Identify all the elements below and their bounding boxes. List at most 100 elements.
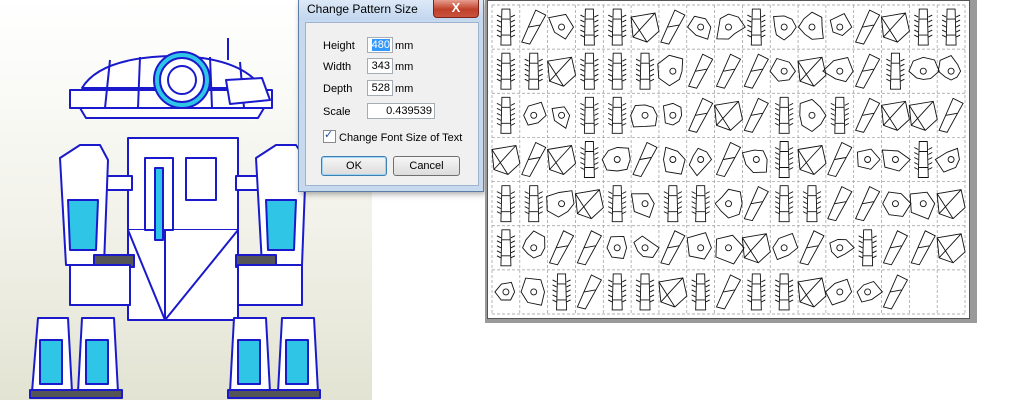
- pattern-part: [580, 96, 599, 134]
- height-input[interactable]: 480: [367, 37, 393, 53]
- pattern-part: [491, 144, 521, 176]
- pattern-part: [773, 15, 797, 41]
- pattern-part: [774, 273, 794, 311]
- ok-button[interactable]: OK: [321, 156, 387, 176]
- pattern-part: [521, 9, 547, 45]
- dialog-titlebar[interactable]: Change Pattern Size X: [299, 0, 483, 20]
- pattern-part: [496, 229, 516, 267]
- change-font-size-label: Change Font Size of Text: [339, 132, 463, 144]
- pattern-part: [886, 52, 905, 90]
- pattern-part: [937, 55, 962, 81]
- pattern-part: [743, 53, 769, 89]
- pattern-part: [799, 230, 825, 266]
- pattern-part: [630, 193, 655, 218]
- pattern-part: [546, 190, 575, 218]
- pattern-part: [797, 56, 827, 87]
- pattern-part: [494, 281, 516, 301]
- pattern-part: [574, 189, 604, 220]
- pattern-part: [496, 52, 516, 90]
- pattern-part: [880, 100, 910, 131]
- pattern-part: [934, 147, 960, 173]
- close-icon: X: [451, 0, 461, 15]
- close-button[interactable]: X: [433, 0, 479, 18]
- pattern-part: [797, 144, 827, 176]
- height-unit: mm: [395, 40, 414, 52]
- pattern-part: [576, 230, 603, 266]
- pattern-part: [688, 97, 714, 133]
- pattern-part: [691, 273, 710, 311]
- pattern-part: [741, 149, 768, 174]
- pattern-part: [882, 191, 912, 217]
- pattern-part: [827, 141, 853, 178]
- pattern-part: [882, 274, 909, 310]
- height-label: Height: [323, 40, 355, 52]
- pattern-part: [580, 52, 599, 90]
- pattern-part: [601, 147, 631, 172]
- pattern-part: [580, 8, 599, 46]
- pattern-part: [743, 97, 769, 133]
- pattern-part: [747, 273, 766, 311]
- pattern-part: [524, 52, 543, 90]
- pattern-part: [882, 230, 909, 266]
- pattern-part: [910, 230, 936, 266]
- pattern-part: [548, 13, 575, 40]
- pattern-part: [630, 104, 658, 128]
- pattern-part: [941, 8, 961, 46]
- pattern-part: [522, 230, 546, 259]
- depth-unit: mm: [395, 83, 414, 95]
- pattern-part: [747, 8, 766, 46]
- pattern-part: [580, 141, 599, 178]
- pattern-part: [715, 274, 742, 310]
- pattern-part: [635, 52, 655, 90]
- pattern-part: [496, 185, 516, 223]
- pattern-part: [769, 57, 796, 82]
- pattern-part: [523, 101, 547, 126]
- pattern-part: [854, 53, 881, 89]
- pattern-part: [715, 234, 745, 265]
- pattern-part: [854, 9, 881, 45]
- pattern-part: [635, 273, 655, 311]
- pattern-part: [691, 185, 710, 223]
- pattern-part: [908, 100, 938, 131]
- pattern-sheet-frame: [485, 0, 977, 323]
- pattern-part: [715, 141, 742, 178]
- pattern-part: [608, 273, 627, 311]
- pattern-part: [881, 149, 911, 172]
- pattern-part: [799, 98, 827, 133]
- cancel-button[interactable]: Cancel: [393, 156, 460, 176]
- pattern-part: [688, 147, 713, 177]
- pattern-part: [632, 141, 658, 178]
- dialog-client-area: Height 480 mm Width 343 mm Depth 528 mm …: [305, 22, 479, 186]
- pattern-part: [633, 235, 660, 258]
- pattern-part: [827, 186, 853, 222]
- pattern-part: [608, 96, 627, 134]
- pattern-part: [606, 235, 628, 259]
- pattern-part: [548, 230, 575, 266]
- pattern-sheet[interactable]: [487, 0, 970, 319]
- pattern-part: [743, 186, 769, 222]
- pattern-part: [909, 191, 936, 220]
- pattern-part: [856, 280, 884, 303]
- pattern-part: [520, 277, 545, 306]
- change-font-size-checkbox[interactable]: Change Font Size of Text: [323, 128, 463, 144]
- checkbox-checked-icon[interactable]: [323, 128, 336, 143]
- pattern-part: [914, 8, 933, 46]
- pattern-part: [797, 11, 824, 40]
- pattern-part: [830, 96, 849, 134]
- pattern-part: [576, 274, 603, 310]
- pattern-part: [825, 278, 853, 306]
- pattern-part: [496, 96, 516, 134]
- scale-input[interactable]: 0.439539: [367, 103, 435, 119]
- depth-input[interactable]: 528: [367, 80, 393, 96]
- pattern-part: [660, 9, 686, 45]
- width-input[interactable]: 343: [367, 58, 393, 74]
- pattern-part: [938, 97, 964, 133]
- width-unit: mm: [395, 61, 414, 73]
- pattern-part: [914, 141, 933, 178]
- pattern-part: [552, 273, 571, 311]
- pattern-part: [854, 97, 881, 133]
- pattern-part: [688, 53, 714, 89]
- pattern-part: [797, 277, 827, 308]
- pattern-part: [856, 148, 881, 170]
- pattern-part: [608, 52, 627, 90]
